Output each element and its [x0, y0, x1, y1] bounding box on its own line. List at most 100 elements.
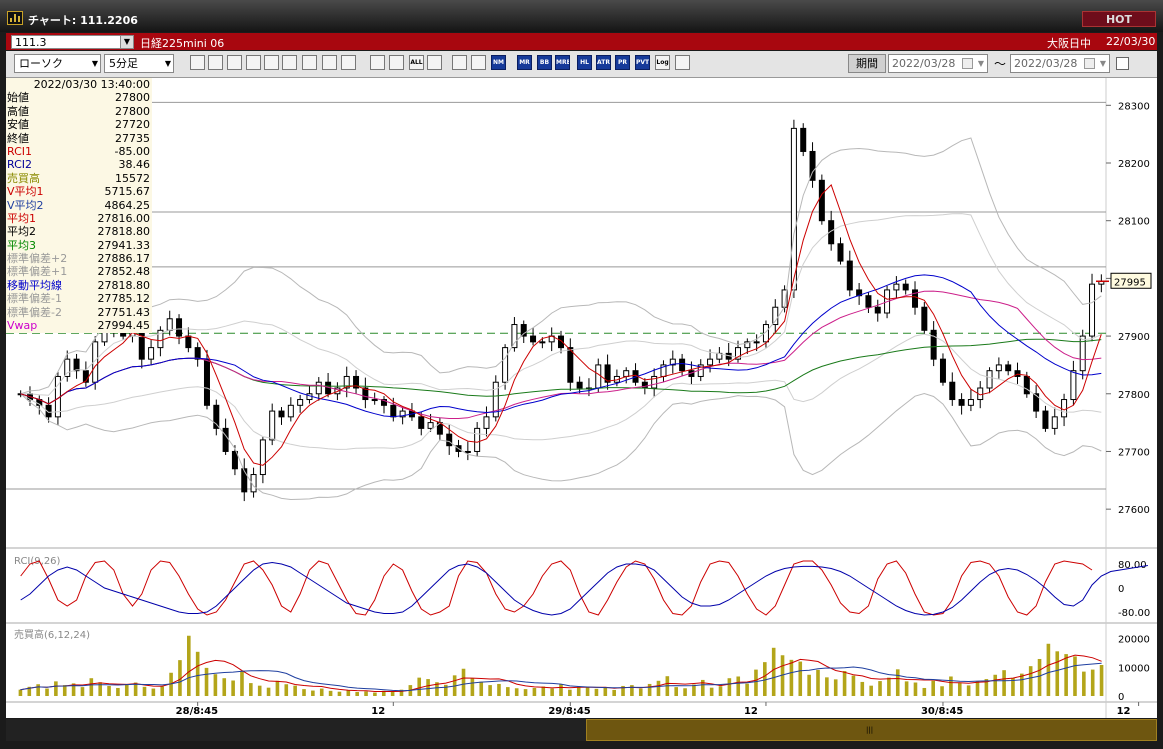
compare-button[interactable]	[264, 55, 279, 70]
cursor-button[interactable]	[208, 55, 223, 70]
volume-bar	[346, 690, 351, 696]
export-button[interactable]	[675, 55, 690, 70]
chevron-down-icon[interactable]: ▼	[978, 55, 984, 72]
price-tick-label: 27800	[1118, 390, 1150, 401]
candle-body	[623, 370, 630, 377]
info-value: 27751.43	[97, 305, 151, 319]
all-button[interactable]: ALL	[409, 55, 424, 70]
nm-button[interactable]: NM	[491, 55, 506, 70]
volume-bar	[240, 670, 244, 696]
volume-bar	[842, 671, 847, 696]
candle-body	[772, 306, 779, 326]
calendar-icon[interactable]	[1084, 58, 1095, 69]
volume-bar	[373, 692, 377, 696]
color-button[interactable]	[471, 55, 486, 70]
volume-bar	[532, 687, 537, 696]
prra-button[interactable]: PR RA	[615, 55, 630, 70]
time-tick-label: 12	[1117, 706, 1131, 717]
time-tick-label: 29/8:45	[548, 706, 590, 717]
candle-body	[995, 364, 1002, 372]
chart-type-select[interactable]: ローソク ▼	[14, 54, 101, 73]
hl-button[interactable]: HL	[577, 55, 592, 70]
volume-bar	[1020, 673, 1024, 696]
volume-bar	[683, 688, 687, 696]
candle-body	[73, 358, 80, 372]
chart-canvas[interactable]: 2760027700278002790028000281002820028300…	[6, 78, 1157, 718]
price-tick-label: 28200	[1118, 159, 1150, 170]
bollinger-upper1-line	[20, 213, 1102, 396]
volume-tick-label: 10000	[1118, 663, 1150, 674]
chart-type-value: ローソク	[19, 57, 63, 70]
symbol-input[interactable]: 111.3 ▼	[11, 35, 134, 49]
chevron-down-icon[interactable]: ▼	[120, 36, 133, 48]
candle-button[interactable]	[370, 55, 385, 70]
candle-body	[269, 410, 276, 441]
session-date: 22/03/30	[1106, 35, 1156, 48]
log-button[interactable]: Log	[655, 55, 670, 70]
candle-body	[753, 341, 760, 344]
volume-bar	[497, 683, 501, 696]
interval-select[interactable]: 5分足 ▼	[104, 54, 174, 73]
option-checkbox[interactable]	[1116, 57, 1129, 70]
marker-button[interactable]	[282, 55, 297, 70]
volume-bar	[727, 678, 732, 696]
chevron-down-icon[interactable]: ▼	[1100, 55, 1106, 72]
candle-body	[939, 358, 946, 383]
trend-line-button[interactable]	[227, 55, 242, 70]
candle-body	[259, 439, 266, 476]
bollinger-upper2-line	[20, 137, 1102, 395]
atr-button[interactable]: ATR	[596, 55, 611, 70]
chart-area[interactable]: 2760027700278002790028000281002820028300…	[6, 78, 1157, 718]
period-button[interactable]: 期間	[848, 54, 886, 73]
calendar-icon[interactable]	[962, 58, 973, 69]
volume-bar	[249, 683, 253, 696]
hot-button[interactable]: HOT	[1082, 11, 1156, 27]
volume-bar	[1090, 669, 1095, 696]
select-button[interactable]	[322, 55, 337, 70]
candle-body	[315, 381, 322, 395]
candle-body	[1070, 370, 1077, 401]
undo-button[interactable]	[341, 55, 356, 70]
pen-button[interactable]	[302, 55, 317, 70]
candle-body	[287, 404, 294, 418]
pvt-button[interactable]: PVT	[635, 55, 650, 70]
bar-type-button[interactable]	[389, 55, 404, 70]
tools-button[interactable]	[452, 55, 467, 70]
mr-button[interactable]: MR	[517, 55, 532, 70]
info-row: RCI2 38.46	[6, 158, 152, 171]
date-to-input[interactable]: 2022/03/28 ▼	[1010, 54, 1110, 73]
volume-bar	[559, 684, 563, 696]
price-tick-label: 27900	[1118, 332, 1150, 343]
volume-bar	[745, 683, 749, 696]
volume-bar	[887, 677, 891, 696]
volume-bar	[213, 674, 218, 696]
candle-body	[502, 347, 509, 383]
info-value: 27818.80	[97, 225, 151, 239]
info-label: 安値	[7, 118, 29, 132]
price-tick-label: 28100	[1118, 217, 1150, 228]
window-title: チャート: 111.2206	[28, 14, 138, 27]
candle-body	[707, 358, 714, 366]
date-from-input[interactable]: 2022/03/28 ▼	[888, 54, 988, 73]
draw-button[interactable]	[246, 55, 261, 70]
info-row: 安値 27720	[6, 118, 152, 131]
bb-button[interactable]: BB	[537, 55, 552, 70]
time-scrollbar[interactable]: |||	[6, 719, 1157, 741]
zoom-button[interactable]	[190, 55, 205, 70]
date-to-value: 2022/03/28	[1014, 57, 1078, 70]
volume-bar	[612, 689, 616, 696]
volume-bar	[656, 680, 661, 696]
volume-bar	[647, 683, 652, 696]
volume-bar	[851, 675, 856, 696]
volume-bar	[718, 686, 723, 696]
symbol-bar: 111.3 ▼ 日経225mini 06 大阪日中 22/03/30	[6, 33, 1157, 50]
info-label: V平均1	[7, 185, 44, 199]
mre-button[interactable]: MRE	[555, 55, 570, 70]
volume-bar	[62, 685, 67, 696]
paint-button[interactable]	[427, 55, 442, 70]
time-tick-label: 12	[371, 706, 385, 717]
volume-bar	[204, 667, 209, 696]
info-row: 終値 27735	[6, 132, 152, 145]
candle-body	[1061, 399, 1068, 418]
volume-bar	[630, 685, 634, 696]
